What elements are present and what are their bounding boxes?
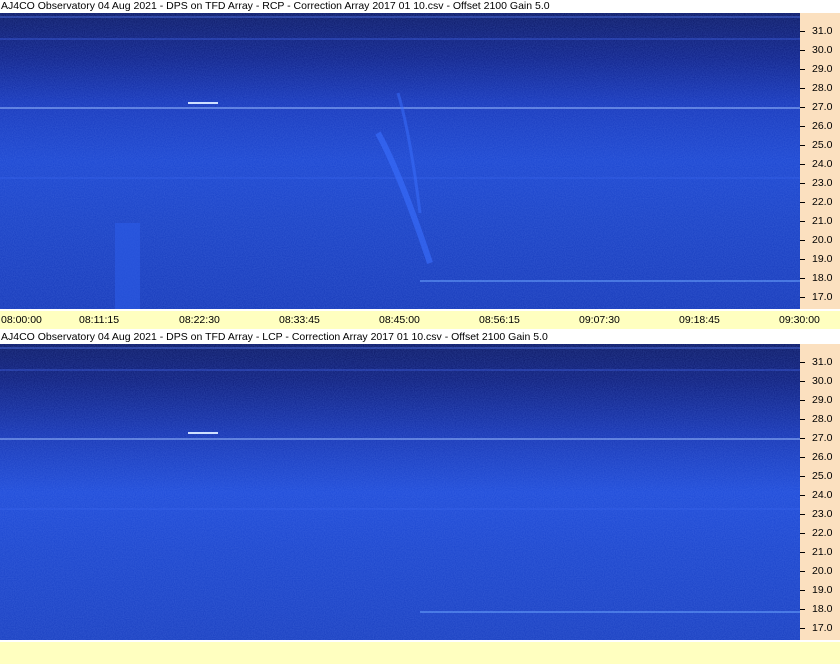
spectrogram-rcp[interactable] (0, 13, 800, 309)
tick-28 (800, 419, 805, 420)
spectrogram-lcp[interactable] (0, 344, 800, 640)
tick-28 (800, 88, 805, 89)
freq-axis-lcp: 31.0 30.0 29.0 28.0 27.0 26.0 25.0 24.0 … (800, 344, 840, 640)
tick-31 (800, 362, 805, 363)
tick-17 (800, 628, 805, 629)
tick-25 (800, 476, 805, 477)
tick-26 (800, 126, 805, 127)
time-label: 08:00:00 (1, 314, 42, 326)
tick-19 (800, 590, 805, 591)
panel-title-lcp: AJ4CO Observatory 04 Aug 2021 - DPS on T… (1, 331, 548, 343)
freq-label: 20.0 (812, 234, 833, 246)
tick-22 (800, 533, 805, 534)
freq-label: 30.0 (812, 375, 833, 387)
tick-24 (800, 495, 805, 496)
time-label: 08:45:00 (379, 314, 420, 326)
tick-22 (800, 202, 805, 203)
freq-label: 25.0 (812, 470, 833, 482)
time-label: 08:33:45 (279, 314, 320, 326)
freq-label: 27.0 (812, 432, 833, 444)
time-label: 08:11:15 (79, 314, 120, 326)
freq-label: 23.0 (812, 508, 833, 520)
tick-30 (800, 381, 805, 382)
spectrogram-panel-rcp: AJ4CO Observatory 04 Aug 2021 - DPS on T… (0, 0, 840, 330)
freq-label: 19.0 (812, 584, 833, 596)
freq-label: 22.0 (812, 527, 833, 539)
tick-27 (800, 438, 805, 439)
time-axis: 08:00:00 08:11:15 08:22:30 08:33:45 08:4… (0, 311, 840, 329)
time-label: 09:30:00 (779, 314, 820, 326)
freq-label: 28.0 (812, 82, 833, 94)
time-label: 08:56:15 (479, 314, 520, 326)
freq-label: 26.0 (812, 120, 833, 132)
freq-label: 31.0 (812, 25, 833, 37)
tick-18 (800, 278, 805, 279)
tick-29 (800, 400, 805, 401)
freq-label: 24.0 (812, 489, 833, 501)
tick-27 (800, 107, 805, 108)
freq-label: 21.0 (812, 546, 833, 558)
freq-label: 19.0 (812, 253, 833, 265)
tick-25 (800, 145, 805, 146)
bottom-bar (0, 642, 840, 664)
freq-label: 30.0 (812, 44, 833, 56)
freq-label: 26.0 (812, 451, 833, 463)
spectrogram-panel-lcp: AJ4CO Observatory 04 Aug 2021 - DPS on T… (0, 331, 840, 664)
tick-21 (800, 221, 805, 222)
freq-label: 17.0 (812, 291, 833, 303)
tick-18 (800, 609, 805, 610)
tick-19 (800, 259, 805, 260)
tick-20 (800, 571, 805, 572)
tick-29 (800, 69, 805, 70)
time-label: 09:07:30 (579, 314, 620, 326)
freq-label: 29.0 (812, 394, 833, 406)
freq-label: 31.0 (812, 356, 833, 368)
freq-label: 18.0 (812, 272, 833, 284)
freq-label: 22.0 (812, 196, 833, 208)
time-label: 09:18:45 (679, 314, 720, 326)
time-label: 08:22:30 (179, 314, 220, 326)
tick-26 (800, 457, 805, 458)
tick-30 (800, 50, 805, 51)
freq-label: 17.0 (812, 622, 833, 634)
freq-label: 27.0 (812, 101, 833, 113)
panel-title-rcp: AJ4CO Observatory 04 Aug 2021 - DPS on T… (1, 0, 550, 12)
freq-label: 20.0 (812, 565, 833, 577)
freq-axis-rcp: 31.0 30.0 29.0 28.0 27.0 26.0 25.0 24.0 … (800, 13, 840, 309)
freq-label: 21.0 (812, 215, 833, 227)
freq-label: 24.0 (812, 158, 833, 170)
tick-23 (800, 183, 805, 184)
freq-label: 28.0 (812, 413, 833, 425)
tick-23 (800, 514, 805, 515)
tick-24 (800, 164, 805, 165)
freq-label: 29.0 (812, 63, 833, 75)
tick-20 (800, 240, 805, 241)
freq-label: 18.0 (812, 603, 833, 615)
tick-17 (800, 297, 805, 298)
tick-31 (800, 31, 805, 32)
freq-label: 23.0 (812, 177, 833, 189)
freq-label: 25.0 (812, 139, 833, 151)
tick-21 (800, 552, 805, 553)
